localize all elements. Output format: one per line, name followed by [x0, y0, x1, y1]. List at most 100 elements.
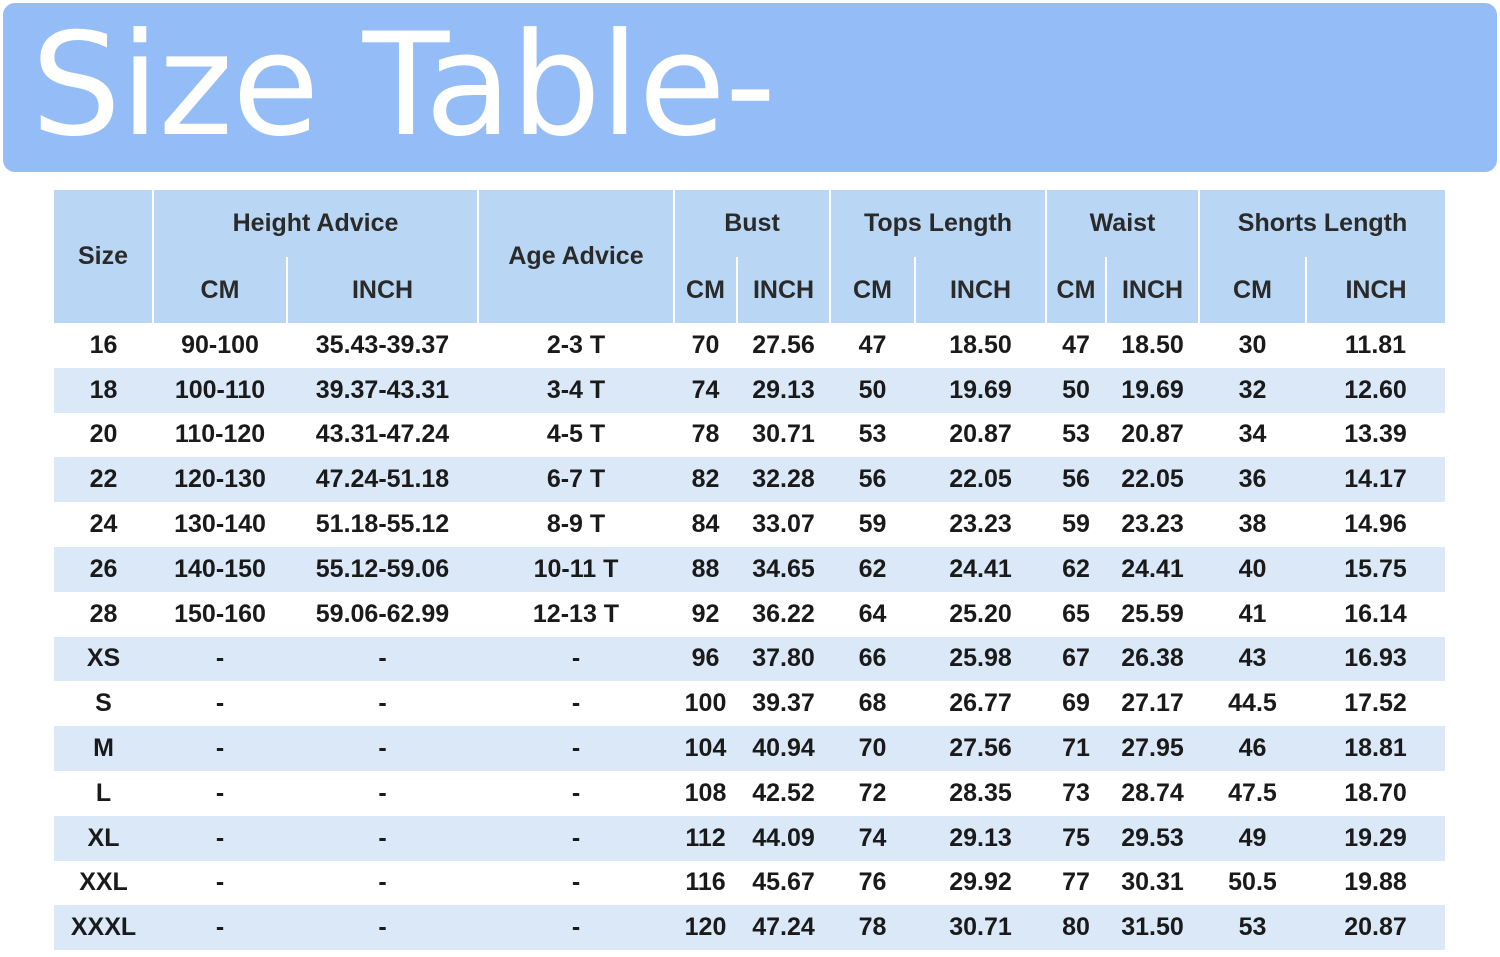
header-size: Size	[54, 190, 153, 323]
cell-bust-inch: 33.07	[737, 502, 830, 547]
cell-waist-cm: 73	[1046, 770, 1106, 816]
header-height-cm: CM	[152, 257, 287, 323]
cell-height-cm: -	[153, 860, 287, 906]
cell-tops-cm: 59	[830, 502, 915, 547]
cell-bust-cm: 78	[674, 412, 737, 458]
cell-size: XS	[54, 636, 153, 682]
header-bust-inch: INCH	[736, 257, 830, 323]
cell-size: 24	[54, 502, 153, 547]
cell-shorts-inch: 14.17	[1306, 457, 1445, 503]
cell-shorts-cm: 38	[1199, 502, 1306, 547]
cell-waist-inch: 26.38	[1106, 636, 1199, 682]
cell-tops-cm: 66	[830, 636, 915, 682]
cell-shorts-inch: 15.75	[1306, 546, 1445, 592]
cell-tops-inch: 24.41	[915, 546, 1046, 592]
cell-waist-cm: 71	[1046, 726, 1106, 771]
cell-height-cm: -	[153, 905, 287, 951]
cell-bust-cm: 104	[674, 726, 737, 771]
cell-tops-inch: 25.98	[915, 636, 1046, 682]
cell-bust-inch: 47.24	[737, 905, 830, 951]
cell-waist-inch: 19.69	[1106, 367, 1199, 413]
cell-age: -	[478, 770, 674, 816]
cell-waist-inch: 22.05	[1106, 457, 1199, 503]
cell-height-inch: -	[287, 681, 478, 727]
cell-height-cm: 150-160	[153, 591, 287, 637]
cell-age: -	[478, 905, 674, 951]
cell-size: XXL	[54, 860, 153, 906]
cell-height-inch: -	[287, 636, 478, 682]
header-age-advice: Age Advice	[477, 190, 674, 323]
cell-waist-inch: 29.53	[1106, 815, 1199, 861]
cell-shorts-cm: 49	[1199, 815, 1306, 861]
cell-age: 3-4 T	[478, 367, 674, 413]
cell-shorts-cm: 34	[1199, 412, 1306, 458]
cell-waist-cm: 65	[1046, 591, 1106, 637]
cell-tops-cm: 62	[830, 546, 915, 592]
cell-age: -	[478, 681, 674, 727]
cell-size: 22	[54, 457, 153, 503]
cell-age: 8-9 T	[478, 502, 674, 547]
cell-tops-cm: 74	[830, 815, 915, 861]
table-row: XXXL - - -120 47.24 78 30.71 80 31.50 53 20.87	[54, 905, 1445, 951]
cell-shorts-cm: 44.5	[1199, 681, 1306, 727]
cell-age: -	[478, 636, 674, 682]
cell-bust-cm: 100	[674, 681, 737, 727]
header-shorts-length: Shorts Length	[1198, 190, 1445, 257]
cell-shorts-inch: 20.87	[1306, 905, 1445, 951]
cell-height-inch: -	[287, 815, 478, 861]
cell-bust-inch: 37.80	[737, 636, 830, 682]
cell-height-inch: 39.37-43.31	[287, 367, 478, 413]
cell-bust-inch: 32.28	[737, 457, 830, 503]
cell-bust-inch: 44.09	[737, 815, 830, 861]
cell-size: 18	[54, 367, 153, 413]
cell-age: -	[478, 815, 674, 861]
cell-shorts-cm: 36	[1199, 457, 1306, 503]
table-row: XXL - - -116 45.67 76 29.92 77 30.31 50.5 19.88	[54, 860, 1445, 906]
cell-bust-cm: 82	[674, 457, 737, 503]
cell-height-inch: -	[287, 770, 478, 816]
cell-height-inch: 51.18-55.12	[287, 502, 478, 547]
cell-tops-inch: 20.87	[915, 412, 1046, 458]
header-shorts-cm: CM	[1198, 257, 1306, 323]
cell-height-inch: 43.31-47.24	[287, 412, 478, 458]
cell-waist-inch: 28.74	[1106, 770, 1199, 816]
cell-waist-inch: 24.41	[1106, 546, 1199, 592]
header-tops-inch: INCH	[914, 257, 1046, 323]
cell-height-cm: 110-120	[153, 412, 287, 458]
cell-bust-inch: 39.37	[737, 681, 830, 727]
cell-tops-cm: 47	[830, 323, 915, 368]
cell-tops-cm: 76	[830, 860, 915, 906]
cell-age: -	[478, 726, 674, 771]
cell-bust-inch: 30.71	[737, 412, 830, 458]
cell-tops-cm: 50	[830, 367, 915, 413]
cell-bust-inch: 34.65	[737, 546, 830, 592]
table-row: 16 90-100 35.43-39.37 2-3 T 70 27.56 47 18.50 47…	[54, 323, 1445, 368]
cell-bust-inch: 42.52	[737, 770, 830, 816]
cell-shorts-inch: 16.14	[1306, 591, 1445, 637]
cell-height-cm: 90-100	[153, 323, 287, 368]
cell-tops-inch: 30.71	[915, 905, 1046, 951]
cell-shorts-cm: 53	[1199, 905, 1306, 951]
cell-bust-cm: 88	[674, 546, 737, 592]
cell-bust-cm: 96	[674, 636, 737, 682]
cell-shorts-inch: 19.29	[1306, 815, 1445, 861]
cell-size: XL	[54, 815, 153, 861]
cell-shorts-cm: 46	[1199, 726, 1306, 771]
cell-shorts-cm: 43	[1199, 636, 1306, 682]
cell-bust-cm: 92	[674, 591, 737, 637]
cell-shorts-inch: 11.81	[1306, 323, 1445, 368]
header-bust: Bust	[673, 190, 830, 257]
cell-shorts-cm: 32	[1199, 367, 1306, 413]
cell-tops-inch: 18.50	[915, 323, 1046, 368]
cell-shorts-inch: 12.60	[1306, 367, 1445, 413]
cell-waist-inch: 23.23	[1106, 502, 1199, 547]
cell-shorts-inch: 14.96	[1306, 502, 1445, 547]
cell-shorts-cm: 40	[1199, 546, 1306, 592]
cell-height-cm: -	[153, 815, 287, 861]
cell-tops-inch: 26.77	[915, 681, 1046, 727]
cell-bust-inch: 40.94	[737, 726, 830, 771]
header-tops-cm: CM	[829, 257, 915, 323]
cell-size: M	[54, 726, 153, 771]
table-row: XS - - -96 37.80 66 25.98 67 26.38 43 16.93	[54, 636, 1445, 682]
cell-tops-cm: 56	[830, 457, 915, 503]
